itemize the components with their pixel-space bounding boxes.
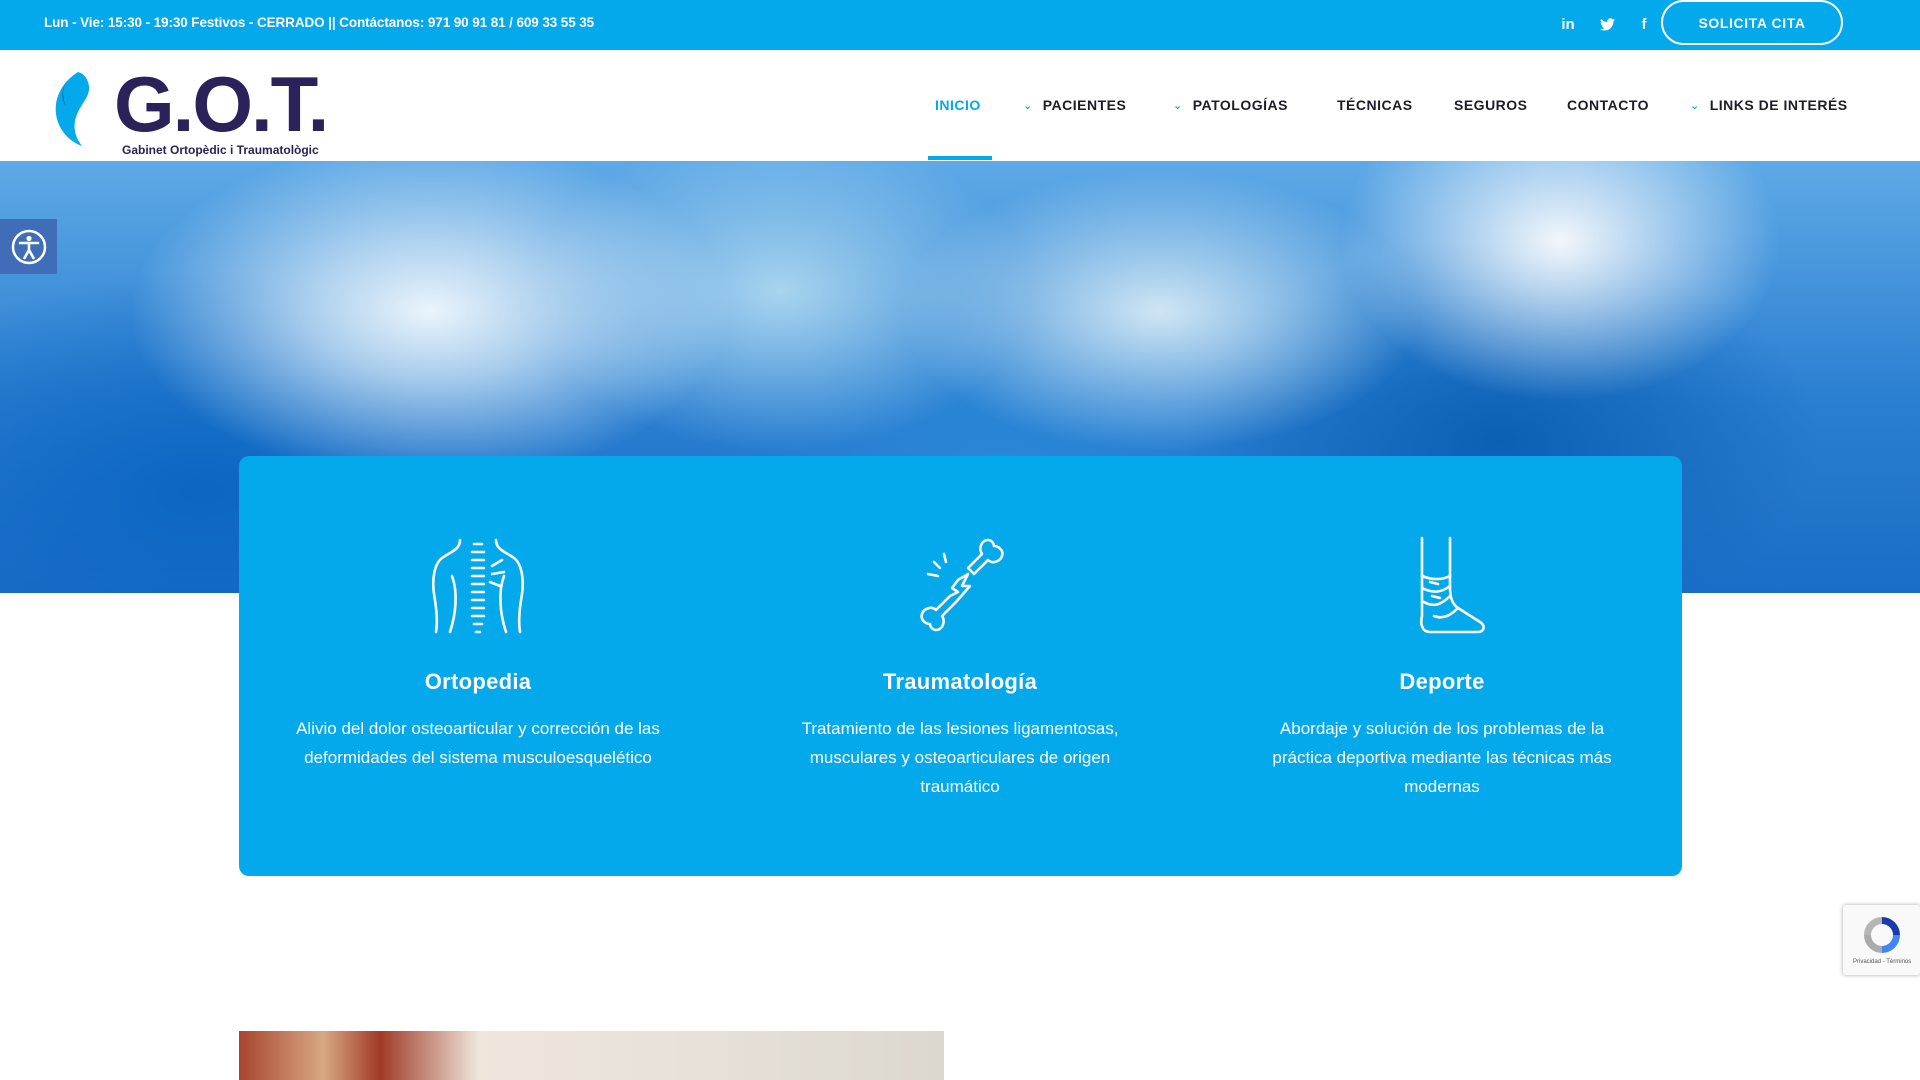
feature-description: Tratamiento de las lesiones ligamentosas… (801, 719, 1119, 796)
site-header: G.O.T. Gabinet Ortopèdic i Traumatològic… (0, 50, 1920, 161)
site-logo[interactable]: G.O.T. Gabinet Ortopèdic i Traumatològic (44, 60, 329, 157)
feature-title: Deporte (1399, 669, 1485, 694)
nav-pacientes[interactable]: ⌄ PACIENTES (1023, 97, 1126, 117)
logo-drop-icon (55, 72, 90, 146)
chevron-down-icon: ⌄ (1690, 100, 1700, 112)
nav-label: SEGUROS (1454, 97, 1528, 113)
nav-links-de-interes[interactable]: ⌄ LINKS DE INTERÉS (1690, 97, 1848, 117)
services-card: Ortopedia Alivio del dolor osteoarticula… (239, 456, 1682, 876)
feature-description: Abordaje y solución de los problemas de … (1272, 719, 1612, 796)
feature-title: Ortopedia (424, 669, 532, 694)
nav-tecnicas[interactable]: TÉCNICAS (1337, 97, 1413, 117)
contact-info-text: Lun - Vie: 15:30 - 19:30 Festivos - CERR… (44, 15, 595, 30)
chevron-down-icon: ⌄ (1023, 100, 1033, 112)
nav-label: TÉCNICAS (1337, 97, 1413, 113)
recaptcha-icon (1864, 917, 1900, 953)
accessibility-icon (11, 229, 46, 264)
logo-title: G.O.T. (114, 60, 329, 148)
feature-title: Traumatología (882, 669, 1038, 694)
nav-label: CONTACTO (1567, 97, 1650, 113)
spine-icon (431, 538, 525, 634)
bandaged-foot-icon (1419, 536, 1485, 634)
nav-label: PATOLOGÍAS (1192, 97, 1288, 113)
recaptcha-links[interactable]: Privacidad - Términos (1853, 959, 1911, 965)
chevron-down-icon: ⌄ (1173, 100, 1183, 112)
logo-subtitle: Gabinet Ortopèdic i Traumatològic (122, 143, 319, 157)
broken-bone-icon (920, 538, 1004, 632)
nav-label: LINKS DE INTERÉS (1709, 97, 1848, 113)
nav-label: PACIENTES (1042, 97, 1127, 113)
recaptcha-badge[interactable]: Privacidad - Términos (1843, 905, 1920, 975)
top-info-bar: Lun - Vie: 15:30 - 19:30 Festivos - CERR… (0, 0, 1920, 50)
nav-label: INICIO (935, 97, 981, 113)
facebook-icon[interactable]: f (1634, 14, 1654, 34)
nav-patologias[interactable]: ⌄ PATOLOGÍAS (1173, 97, 1288, 117)
nav-seguros[interactable]: SEGUROS (1454, 97, 1528, 117)
linkedin-icon[interactable]: in (1558, 14, 1578, 34)
request-appointment-button[interactable]: SOLICITA CITA (1661, 0, 1843, 45)
accessibility-button[interactable] (0, 219, 57, 274)
nav-active-indicator (928, 156, 992, 160)
nav-inicio[interactable]: INICIO (935, 97, 981, 117)
nav-contacto[interactable]: CONTACTO (1567, 97, 1649, 117)
feature-description: Alivio del dolor osteoarticular y correc… (296, 719, 660, 767)
clinic-photo (239, 1031, 944, 1080)
twitter-icon[interactable] (1597, 14, 1617, 34)
